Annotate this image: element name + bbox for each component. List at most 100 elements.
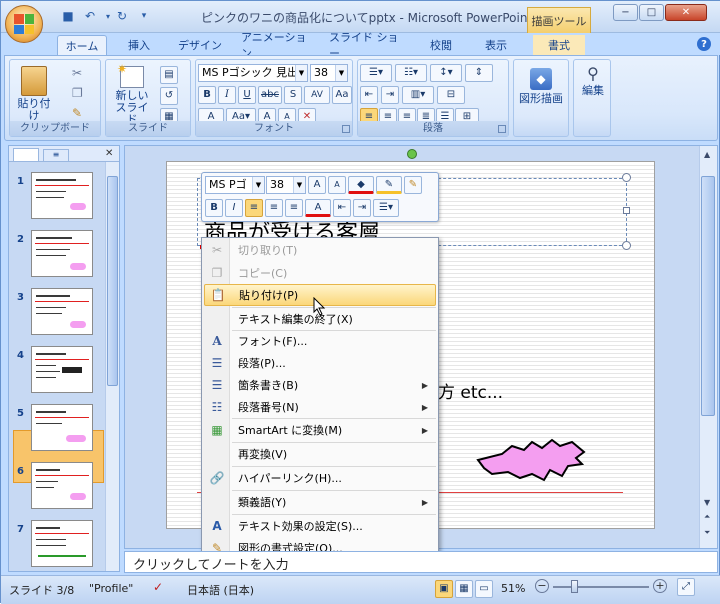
fit-to-window-icon[interactable]: ⤢ (677, 578, 695, 596)
dialog-launcher-icon[interactable] (498, 125, 506, 133)
resize-handle[interactable] (623, 207, 630, 214)
underline-icon[interactable]: U (238, 86, 256, 104)
menu-item-reconvert[interactable]: 再変換(V) (204, 443, 436, 465)
mini-font-size[interactable]: 38 ▼ (266, 176, 306, 194)
menu-item-paragraph[interactable]: ☰ 段落(P)... (204, 352, 436, 374)
tab-home[interactable]: ホーム (57, 35, 107, 56)
shadow-icon[interactable]: S (284, 86, 302, 104)
close-pane-icon[interactable]: ✕ (105, 148, 113, 159)
decrease-indent-icon[interactable]: ⇤ (360, 86, 378, 104)
language-indicator[interactable]: 日本語 (日本) (187, 582, 254, 598)
office-button[interactable] (5, 5, 43, 43)
align-text-icon[interactable]: ⊟ (437, 86, 465, 104)
text-direction-icon[interactable]: ⇕ (465, 64, 493, 82)
reset-icon[interactable]: ↺ (160, 87, 178, 105)
line-color-icon[interactable]: ✎ (376, 176, 402, 194)
resize-handle[interactable] (622, 173, 631, 182)
tab-outline[interactable]: ≡ (43, 149, 69, 161)
strikethrough-icon[interactable]: abc (258, 86, 282, 104)
increase-indent-icon[interactable]: ⇥ (381, 86, 399, 104)
slide-thumbnail[interactable] (31, 230, 93, 277)
spellcheck-icon[interactable]: ✓ (153, 580, 163, 594)
scroll-up-icon[interactable]: ▲ (704, 150, 710, 159)
paste-button[interactable]: 貼り付け (14, 66, 54, 122)
slide-thumbnail[interactable] (31, 172, 93, 219)
slide-sorter-icon[interactable]: ▦ (455, 580, 473, 598)
menu-item-bullets[interactable]: ☰ 箇条書き(B) ▶ (204, 374, 436, 396)
line-spacing-icon[interactable]: ↕▾ (430, 64, 462, 82)
save-icon[interactable]: ■ (59, 7, 77, 25)
font-name-field[interactable]: MS Pゴシック 見出 ▼ (198, 64, 308, 82)
bold-icon[interactable]: B (205, 199, 223, 217)
vertical-scrollbar[interactable]: ▲ ▼ ⏶ ⏷ (699, 146, 717, 548)
font-size-field[interactable]: 38 ▼ (310, 64, 348, 82)
italic-icon[interactable]: I (225, 199, 243, 217)
italic-icon[interactable]: I (218, 86, 236, 104)
new-slide-button[interactable]: ✷ 新しい スライド (110, 63, 154, 126)
previous-slide-icon[interactable]: ⏶ (704, 512, 710, 522)
tab-review[interactable]: 校閲 (421, 35, 461, 55)
menu-item-smartart[interactable]: ▦ SmartArt に変換(M) ▶ (204, 419, 436, 441)
slides-pane-scrollbar[interactable] (105, 162, 119, 571)
mini-font-name[interactable]: MS Pゴ ▼ (205, 176, 265, 194)
drawing-button[interactable]: ◆ 図形描画 (516, 68, 566, 105)
menu-item-text-effects[interactable]: A テキスト効果の設定(S)... (204, 515, 436, 537)
tab-format[interactable]: 書式 (533, 35, 585, 55)
bullets-icon[interactable]: ☰▾ (373, 199, 399, 217)
slideshow-icon[interactable]: ▭ (475, 580, 493, 598)
zoom-level[interactable]: 51% (501, 582, 525, 595)
slide-body-text[interactable]: 方 etc... (438, 378, 503, 403)
slide-thumbnail[interactable] (31, 520, 93, 567)
font-color-icon[interactable]: A (305, 199, 331, 217)
tab-animations[interactable]: アニメーション (241, 31, 317, 60)
tab-slides-thumbnails[interactable] (13, 148, 39, 161)
notes-pane[interactable]: クリックしてノートを入力 (124, 551, 718, 573)
slide-thumbnail[interactable] (31, 462, 93, 509)
normal-view-icon[interactable]: ▣ (435, 580, 453, 598)
close-button[interactable]: ✕ (665, 4, 707, 21)
cut-icon[interactable]: ✂ (72, 66, 82, 80)
decrease-indent-icon[interactable]: ⇤ (333, 199, 351, 217)
resize-handle[interactable] (622, 241, 631, 250)
zoom-slider-track[interactable] (553, 586, 649, 588)
undo-icon[interactable]: ↶ (81, 7, 99, 25)
align-right-icon[interactable]: ≡ (285, 199, 303, 217)
chevron-down-icon[interactable]: ▼ (295, 65, 307, 81)
maximize-button[interactable]: □ (639, 4, 664, 21)
align-center-icon[interactable]: ≡ (265, 199, 283, 217)
format-painter-icon[interactable]: ✎ (72, 106, 82, 120)
bold-icon[interactable]: B (198, 86, 216, 104)
minimize-button[interactable]: − (613, 4, 638, 21)
tab-slideshow[interactable]: スライド ショー (329, 31, 409, 60)
layout-icon[interactable]: ▤ (160, 66, 178, 84)
tab-insert[interactable]: 挿入 (119, 35, 159, 55)
copy-icon[interactable]: ❐ (72, 86, 83, 100)
tab-design[interactable]: デザイン (171, 35, 229, 55)
zoom-in-icon[interactable]: + (653, 579, 667, 593)
help-icon[interactable]: ? (697, 37, 711, 51)
chevron-down-icon[interactable]: ▼ (252, 177, 264, 193)
customize-qat-icon[interactable]: ▾ (135, 7, 153, 25)
shrink-font-icon[interactable]: A (328, 176, 346, 194)
slide-thumbnail-selected[interactable] (31, 288, 93, 335)
rotation-handle[interactable] (407, 149, 417, 159)
format-painter-icon[interactable]: ✎ (404, 176, 422, 194)
slide-thumbnail[interactable] (31, 346, 93, 393)
menu-item-cut[interactable]: ✂ 切り取り(T) (204, 239, 436, 261)
chevron-down-icon[interactable]: ▼ (293, 177, 305, 193)
columns-icon[interactable]: ▥▾ (402, 86, 434, 104)
change-case-icon[interactable]: Aa (332, 86, 352, 104)
scroll-down-icon[interactable]: ▼ (704, 498, 710, 507)
numbering-icon[interactable]: ☷▾ (395, 64, 427, 82)
grow-font-icon[interactable]: A (308, 176, 326, 194)
menu-item-synonyms[interactable]: 類義語(Y) ▶ (204, 491, 436, 513)
editing-button[interactable]: ⚲ 編集 (576, 66, 610, 97)
zoom-out-icon[interactable]: − (535, 579, 549, 593)
dialog-launcher-icon[interactable] (342, 125, 350, 133)
align-left-icon[interactable]: ≡ (245, 199, 263, 217)
increase-indent-icon[interactable]: ⇥ (353, 199, 371, 217)
next-slide-icon[interactable]: ⏷ (704, 528, 710, 538)
redo-icon[interactable]: ↻ (113, 7, 131, 25)
zoom-slider-thumb[interactable] (571, 580, 578, 593)
scrollbar-thumb[interactable] (107, 176, 118, 386)
